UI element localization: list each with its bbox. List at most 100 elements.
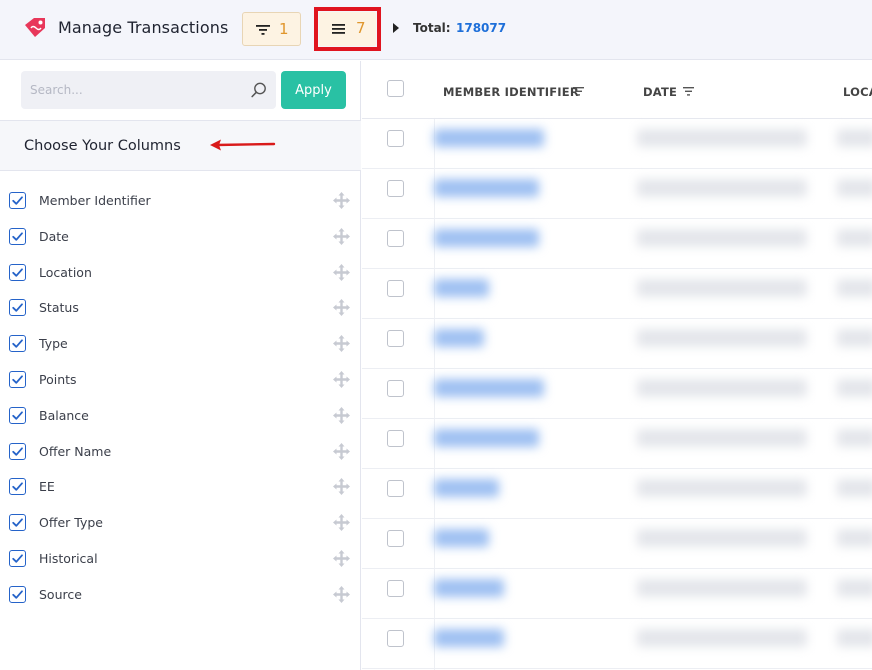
- blurred-date: [637, 479, 807, 497]
- table-row[interactable]: [362, 169, 872, 219]
- blurred-date: [637, 179, 807, 197]
- column-option[interactable]: Offer Name: [0, 434, 361, 470]
- drag-handle-icon[interactable]: [332, 585, 351, 604]
- column-checkbox[interactable]: [9, 478, 26, 496]
- column-option[interactable]: Source: [0, 577, 361, 613]
- row-checkbox[interactable]: [387, 380, 404, 397]
- blurred-date: [637, 579, 807, 597]
- blurred-member-id[interactable]: [434, 329, 484, 347]
- blurred-date: [637, 379, 807, 397]
- drag-handle-icon[interactable]: [332, 406, 351, 425]
- column-checkbox[interactable]: [9, 263, 26, 281]
- column-option[interactable]: Date: [0, 219, 361, 255]
- search-input[interactable]: [21, 71, 241, 109]
- column-header-location[interactable]: LOCA: [843, 85, 872, 99]
- row-checkbox[interactable]: [387, 230, 404, 247]
- blurred-member-id[interactable]: [434, 379, 544, 397]
- blurred-location: [837, 529, 872, 547]
- column-checkbox[interactable]: [9, 335, 26, 353]
- apply-button[interactable]: Apply: [281, 71, 346, 109]
- column-checkbox[interactable]: [9, 192, 26, 209]
- row-checkbox[interactable]: [387, 580, 404, 597]
- column-option[interactable]: Offer Type: [0, 505, 361, 541]
- row-checkbox[interactable]: [387, 630, 404, 647]
- drag-handle-icon[interactable]: [332, 263, 351, 282]
- choose-columns-header: Choose Your Columns: [0, 120, 361, 171]
- expand-caret-icon[interactable]: [393, 23, 399, 33]
- sort-filter-icon[interactable]: [683, 87, 694, 96]
- column-checkbox[interactable]: [9, 550, 26, 567]
- column-checkbox[interactable]: [9, 514, 26, 532]
- total-label: Total:: [413, 21, 451, 35]
- column-checkbox[interactable]: [9, 442, 26, 460]
- blurred-location: [837, 229, 872, 247]
- columns-button[interactable]: 7: [319, 12, 376, 46]
- column-option[interactable]: EE: [0, 469, 361, 505]
- blurred-location: [837, 329, 872, 347]
- column-option[interactable]: Points: [0, 362, 361, 398]
- check-icon: [12, 590, 23, 599]
- table-row[interactable]: [362, 569, 872, 619]
- table-row[interactable]: [362, 319, 872, 369]
- table-row[interactable]: [362, 119, 872, 169]
- column-checkbox[interactable]: [9, 406, 26, 424]
- sort-filter-icon[interactable]: [573, 87, 584, 96]
- column-checkbox[interactable]: [9, 585, 26, 603]
- column-option[interactable]: Location: [0, 255, 361, 291]
- drag-handle-icon[interactable]: [332, 370, 351, 389]
- check-icon: [12, 196, 23, 205]
- drag-handle-icon[interactable]: [332, 298, 351, 317]
- blurred-member-id[interactable]: [434, 479, 499, 497]
- drag-handle-icon[interactable]: [332, 442, 351, 461]
- column-option-label: Source: [39, 586, 82, 602]
- drag-handle-icon[interactable]: [332, 477, 351, 496]
- table-row[interactable]: [362, 419, 872, 469]
- drag-handle-icon[interactable]: [332, 549, 351, 568]
- blurred-member-id[interactable]: [434, 629, 504, 647]
- column-checkbox[interactable]: [9, 371, 26, 388]
- column-option-label: EE: [39, 479, 55, 495]
- tag-logo-icon: [25, 18, 45, 37]
- column-header-date[interactable]: DATE: [643, 85, 677, 99]
- drag-handle-icon[interactable]: [332, 334, 351, 353]
- column-checkbox[interactable]: [9, 299, 26, 317]
- blurred-member-id[interactable]: [434, 529, 489, 547]
- row-checkbox[interactable]: [387, 330, 404, 347]
- table-row[interactable]: [362, 269, 872, 319]
- column-option[interactable]: Type: [0, 326, 361, 362]
- row-checkbox[interactable]: [387, 530, 404, 547]
- search-icon[interactable]: [250, 81, 268, 99]
- column-option-label: Date: [39, 228, 69, 244]
- table-row[interactable]: [362, 519, 872, 569]
- drag-handle-icon[interactable]: [332, 227, 351, 246]
- column-option[interactable]: Balance: [0, 398, 361, 434]
- blurred-member-id[interactable]: [434, 429, 539, 447]
- filter-button[interactable]: 1: [242, 12, 301, 46]
- column-option[interactable]: Status: [0, 290, 361, 326]
- row-checkbox[interactable]: [387, 430, 404, 447]
- blurred-member-id[interactable]: [434, 579, 504, 597]
- column-option[interactable]: Historical: [0, 541, 361, 577]
- blurred-member-id[interactable]: [434, 229, 539, 247]
- row-checkbox[interactable]: [387, 180, 404, 197]
- table-row[interactable]: [362, 619, 872, 669]
- blurred-location: [837, 479, 872, 497]
- drag-handle-icon[interactable]: [332, 191, 351, 210]
- column-option[interactable]: Member Identifier: [0, 183, 361, 219]
- row-checkbox[interactable]: [387, 280, 404, 297]
- row-checkbox[interactable]: [387, 480, 404, 497]
- blurred-date: [637, 229, 807, 247]
- select-all-checkbox[interactable]: [387, 80, 404, 97]
- column-option-label: Offer Type: [39, 515, 103, 531]
- drag-handle-icon[interactable]: [332, 513, 351, 532]
- column-checkbox[interactable]: [9, 227, 26, 245]
- blurred-member-id[interactable]: [434, 179, 539, 197]
- column-header-member-identifier[interactable]: MEMBER IDENTIFIER: [443, 85, 579, 99]
- table-row[interactable]: [362, 369, 872, 419]
- row-checkbox[interactable]: [387, 130, 404, 147]
- blurred-member-id[interactable]: [434, 129, 544, 147]
- table-row[interactable]: [362, 219, 872, 269]
- table-row[interactable]: [362, 469, 872, 519]
- blurred-member-id[interactable]: [434, 279, 489, 297]
- filter-count-badge: 1: [279, 20, 289, 38]
